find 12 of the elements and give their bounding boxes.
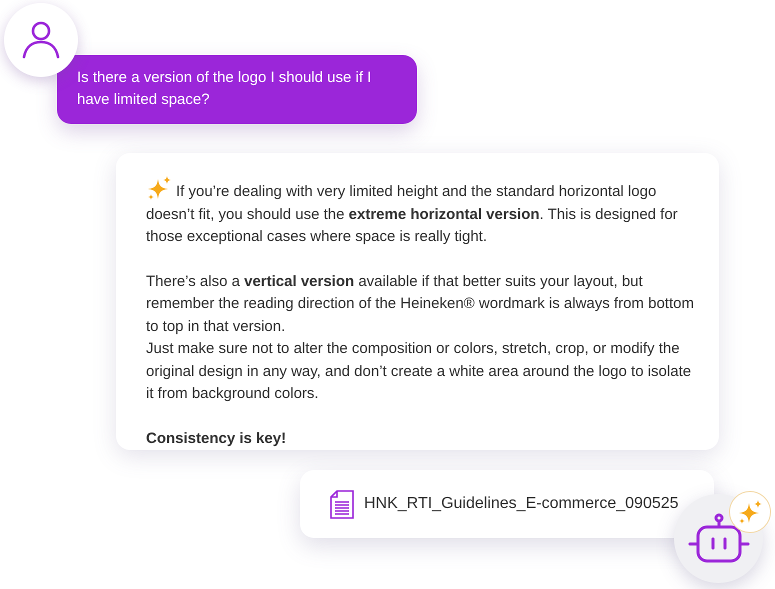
answer-paragraph: Consistency is key! [146, 428, 288, 448]
file-name: HNK_RTI_Guidelines_E-commerce_090525 [364, 494, 679, 514]
answer-paragraph: Just make sure not to alter the composition or colors, stretch, crop, or modify the original design in any way, and don’t create a white area around the logo to isolate it from background colors. [146, 339, 692, 404]
question-text: Is there a version of the logo I should use if I have limited space? [77, 68, 372, 110]
sparkle-icon [146, 175, 172, 201]
attachment-card[interactable]: HNK_RTI_Guidelines_E-commerce_090525 [300, 470, 714, 538]
sparkle-icon [737, 499, 763, 525]
robot-icon [688, 512, 750, 564]
document-icon [330, 490, 354, 518]
answer-paragraph: If you’re dealing with very limited height and the standard horizontal logo doesn’t fit, you should use the extreme horizontal version. This is designed for those exceptional cases where space is really tight. [146, 175, 699, 248]
answer-paragraph: There’s also a vertical version available if that better suits your layout, but remember the reading direction of the Heineken® wordmark is always from bottom to top in that version. [146, 272, 695, 336]
person-icon [21, 20, 61, 60]
